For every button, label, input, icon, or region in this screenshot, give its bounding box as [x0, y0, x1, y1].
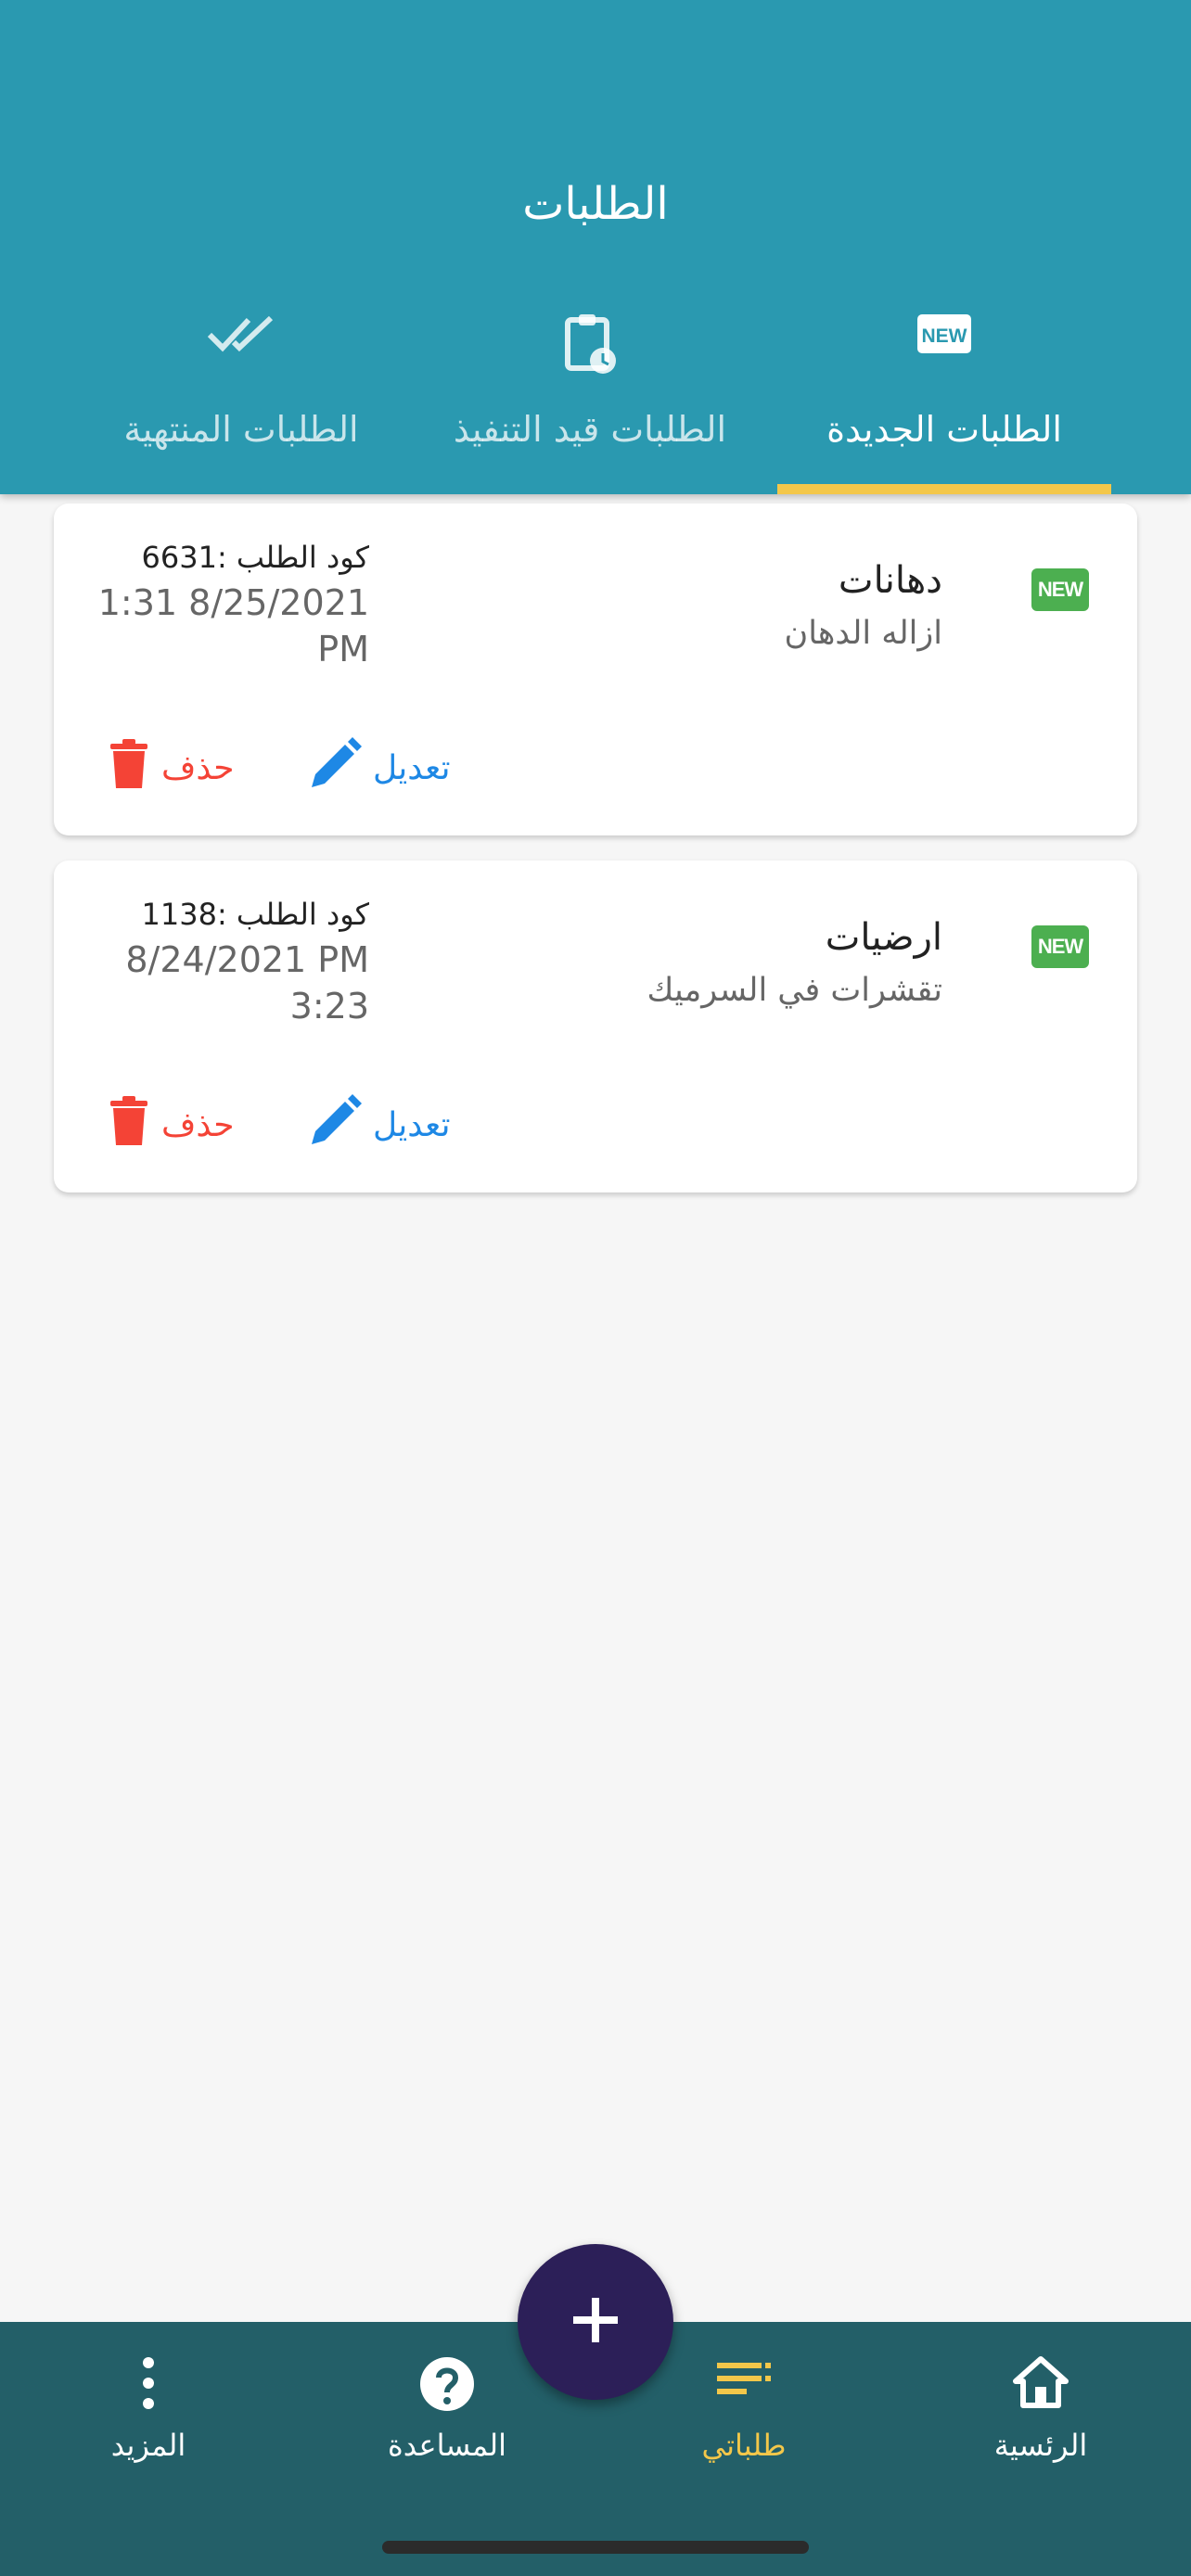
order-card[interactable]: NEW دهانات ازاله الدهان كود الطلب :6631 …	[54, 504, 1137, 835]
tab-new-orders-label: الطلبات الجديدة	[826, 409, 1062, 450]
order-code: كود الطلب :6631	[141, 540, 369, 575]
tab-in-progress-label: الطلبات قيد التنفيذ	[453, 409, 727, 450]
delete-button[interactable]: حذف	[108, 735, 234, 800]
home-indicator	[382, 2541, 809, 2554]
app-bar: الطلبات NEW الطلبات الجديدة الطلبات قيد …	[0, 0, 1191, 494]
order-date: 1:31 8/25/2021 PM	[97, 582, 369, 670]
tab-bar: NEW الطلبات الجديدة الطلبات قيد التنفيذ	[0, 297, 1191, 494]
order-service-title: ارضيات	[825, 916, 942, 959]
plus-icon	[570, 2294, 621, 2350]
edit-label: تعديل	[373, 1105, 451, 1144]
edit-label: تعديل	[373, 748, 451, 787]
order-card[interactable]: NEW ارضيات تقشرات في السرميك كود الطلب :…	[54, 861, 1137, 1192]
nav-item-home[interactable]: الرئسية	[939, 2337, 1143, 2476]
nav-my-orders-label: طلباتي	[701, 2428, 787, 2463]
new-badge: NEW	[1031, 925, 1089, 968]
delete-label: حذف	[161, 1105, 235, 1144]
nav-home-label: الرئسية	[993, 2428, 1088, 2463]
new-badge-icon: NEW	[916, 311, 973, 361]
edit-button[interactable]: تعديل	[308, 735, 451, 800]
new-badge-icon-text: NEW	[922, 325, 967, 347]
new-badge: NEW	[1031, 568, 1089, 611]
delete-label: حذف	[161, 748, 235, 787]
more-vertical-icon	[139, 2355, 158, 2415]
active-tab-indicator	[777, 484, 1111, 494]
help-icon	[418, 2355, 476, 2417]
order-date: 8/24/2021 PM 3:23	[125, 939, 369, 1027]
pencil-icon	[308, 1093, 362, 1156]
page-title: الطلبات	[522, 178, 669, 230]
tab-finished-orders[interactable]: الطلبات المنتهية	[102, 297, 380, 494]
tab-new-orders[interactable]: NEW الطلبات الجديدة	[777, 297, 1111, 494]
order-service-subtitle: ازاله الدهان	[784, 615, 943, 652]
order-code: كود الطلب :1138	[141, 897, 369, 932]
home-icon	[1012, 2355, 1069, 2413]
nav-item-my-orders[interactable]: طلباتي	[642, 2337, 846, 2476]
tab-in-progress-orders[interactable]: الطلبات قيد التنفيذ	[427, 297, 753, 494]
nav-more-label: المزيد	[110, 2428, 186, 2463]
add-order-button[interactable]	[518, 2244, 673, 2400]
order-service-subtitle: تقشرات في السرميك	[647, 972, 942, 1009]
order-service-title: دهانات	[838, 559, 942, 602]
edit-button[interactable]: تعديل	[308, 1092, 451, 1157]
tab-finished-label: الطلبات المنتهية	[123, 409, 359, 450]
double-check-icon	[206, 311, 276, 361]
trash-icon	[108, 1095, 150, 1155]
delete-button[interactable]: حذف	[108, 1092, 234, 1157]
nav-item-help[interactable]: المساعدة	[345, 2337, 549, 2476]
trash-icon	[108, 738, 150, 798]
nav-help-label: المساعدة	[387, 2428, 507, 2463]
list-icon	[715, 2355, 773, 2405]
clipboard-clock-icon	[560, 311, 620, 379]
nav-item-more[interactable]: المزيد	[46, 2337, 250, 2476]
pencil-icon	[308, 736, 362, 799]
